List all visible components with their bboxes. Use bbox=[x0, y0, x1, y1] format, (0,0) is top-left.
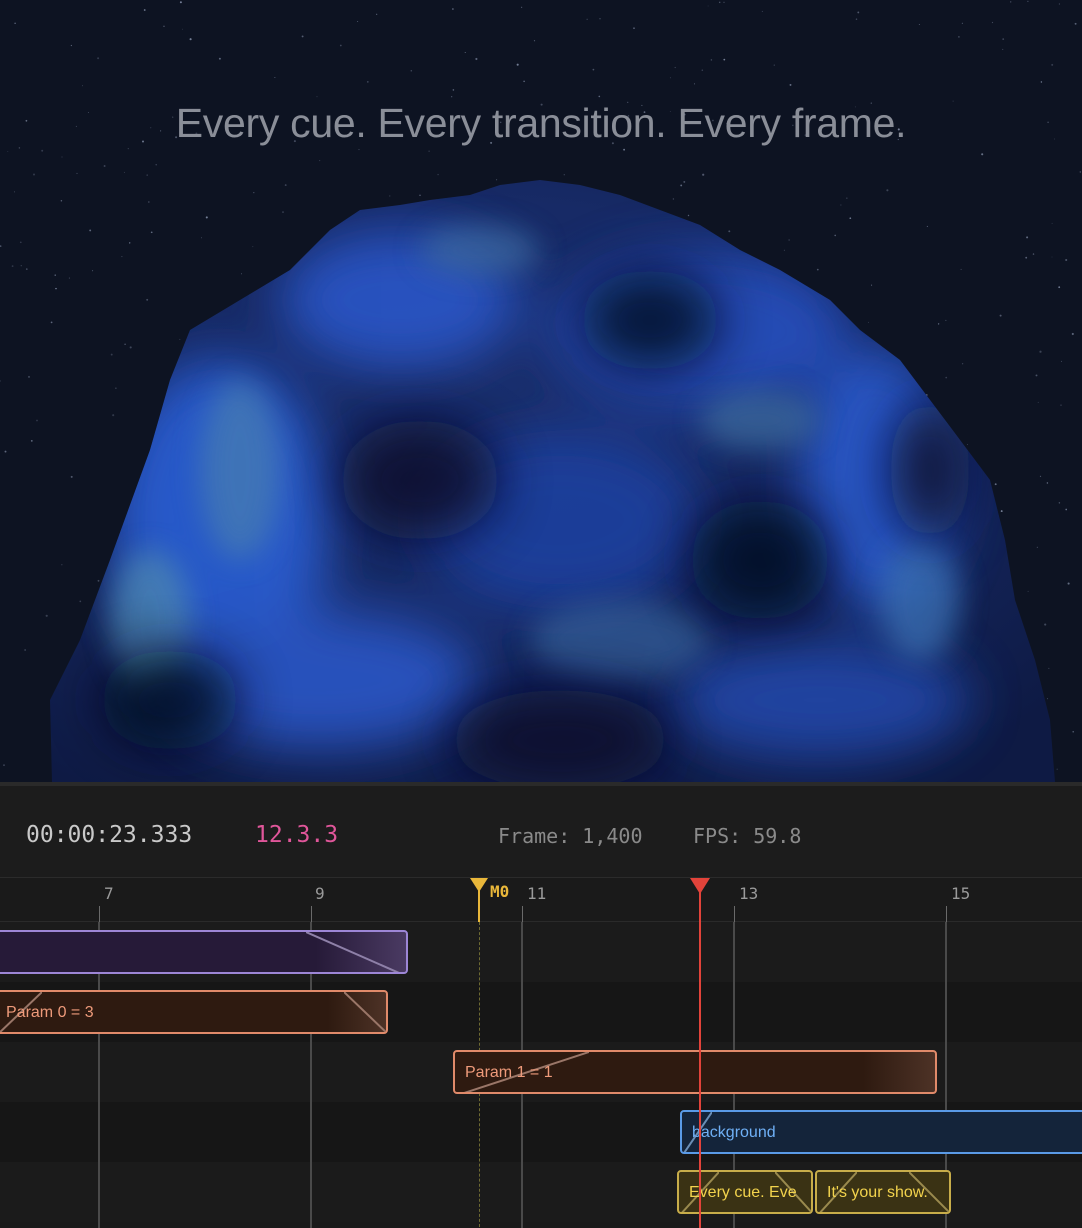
timeline-panel: 00:00:23.333 12.3.3 Frame: 1,400 FPS: 59… bbox=[0, 782, 1082, 1228]
ruler-tick-mark bbox=[946, 906, 947, 922]
bars-beats-display[interactable]: 12.3.3 bbox=[255, 822, 338, 848]
ruler-tick-mark bbox=[734, 906, 735, 922]
clip-background[interactable]: background bbox=[680, 1110, 1082, 1154]
clip-label: Every cue. Eve bbox=[689, 1184, 797, 1201]
track-area[interactable]: Param 0 = 3 Param 1 = 1 background Every… bbox=[0, 922, 1082, 1228]
ruler-tick-label: 9 bbox=[315, 884, 325, 903]
fade-out-handle[interactable] bbox=[306, 932, 406, 974]
ruler-tick-mark bbox=[311, 906, 312, 922]
fps-counter: FPS: 59.8 bbox=[693, 824, 802, 848]
clip-text-2[interactable]: It's your show. bbox=[815, 1170, 951, 1214]
ruler-tick-label: 7 bbox=[104, 884, 114, 903]
preview-viewport[interactable]: Every cue. Every transition. Every frame… bbox=[0, 0, 1082, 782]
ruler-tick-label: 11 bbox=[527, 884, 547, 903]
playhead-line[interactable] bbox=[699, 922, 701, 1228]
time-ruler[interactable]: 7 9 11 13 15 M0 bbox=[0, 878, 1082, 922]
playhead-handle-icon[interactable] bbox=[689, 878, 711, 922]
clip-label: Param 0 = 3 bbox=[6, 1004, 94, 1021]
fade-out-handle[interactable] bbox=[344, 992, 388, 1034]
ruler-tick-label: 15 bbox=[951, 884, 971, 903]
clip-param-1[interactable]: Param 1 = 1 bbox=[453, 1050, 937, 1094]
app-root: Every cue. Every transition. Every frame… bbox=[0, 0, 1082, 1228]
transport-bar: 00:00:23.333 12.3.3 Frame: 1,400 FPS: 59… bbox=[0, 786, 1082, 878]
ruler-tick-mark bbox=[522, 906, 523, 922]
clip-text-1[interactable]: Every cue. Eve bbox=[677, 1170, 813, 1214]
ruler-tick-label: 13 bbox=[739, 884, 759, 903]
headline-text: Every cue. Every transition. Every frame… bbox=[175, 100, 907, 146]
marker-flag-icon[interactable] bbox=[469, 878, 489, 922]
clip-label: It's your show. bbox=[827, 1184, 928, 1201]
ruler-tick-mark bbox=[99, 906, 100, 922]
clip-label: background bbox=[692, 1124, 776, 1141]
marker-label[interactable]: M0 bbox=[490, 882, 509, 901]
clip-param-0[interactable]: Param 0 = 3 bbox=[0, 990, 388, 1034]
clip-label: Param 1 = 1 bbox=[465, 1064, 553, 1081]
timecode-display[interactable]: 00:00:23.333 bbox=[26, 822, 192, 848]
clip-purple[interactable] bbox=[0, 930, 408, 974]
frame-counter: Frame: 1,400 bbox=[498, 824, 643, 848]
